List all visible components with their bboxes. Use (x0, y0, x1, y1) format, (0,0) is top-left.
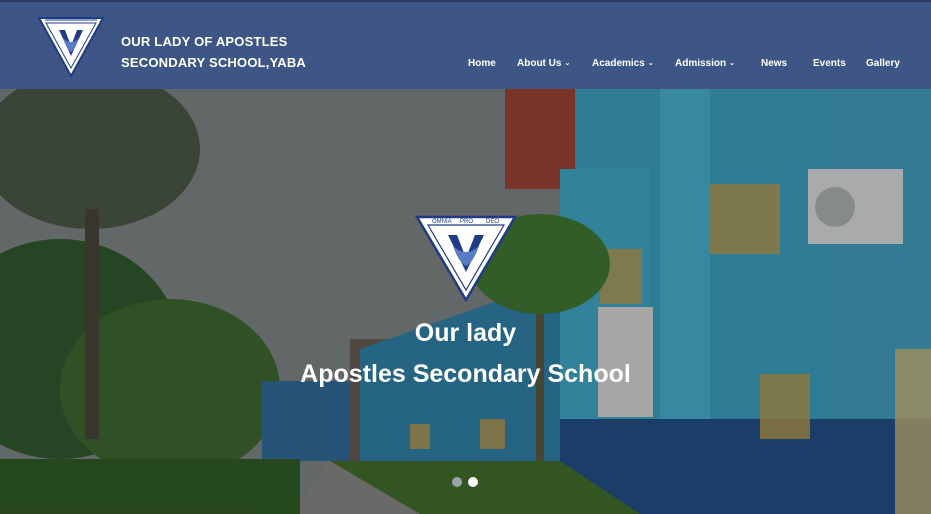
nav-item-events[interactable]: Events (813, 58, 846, 69)
nav-label: About Us (517, 58, 562, 69)
nav-label: Gallery (866, 58, 900, 69)
nav-item-news[interactable]: News (761, 58, 787, 69)
slider-dot-1[interactable] (452, 477, 462, 487)
nav-label: News (761, 58, 788, 69)
chevron-down-icon: ⌄ (729, 60, 735, 67)
site-header: OUR LADY OF APOSTLES SECONDARY SCHOOL,YA… (0, 0, 931, 89)
nav-item-about-us[interactable]: About Us ⌄ (517, 58, 570, 69)
hero-title-line1: Our lady (414, 319, 517, 347)
main-nav: Home About Us ⌄ Academics ⌄ Admission ⌄ New… (0, 58, 931, 72)
chevron-down-icon: ⌄ (564, 60, 571, 67)
nav-label: Home (468, 58, 496, 69)
nav-label: Admission (675, 58, 727, 69)
nav-item-gallery[interactable]: Gallery (866, 58, 900, 69)
chevron-down-icon: ⌄ (647, 60, 654, 67)
logo-motto-right: DEO (486, 219, 499, 225)
nav-item-home[interactable]: Home (468, 58, 496, 69)
logo-motto-left: OMNIA (432, 219, 452, 225)
hero-title-line2: Apostles Secondary School (300, 360, 631, 388)
school-crest-hero-logo: OMNIA PRO DEO (414, 215, 518, 302)
slider-dot-2-active[interactable] (468, 477, 478, 487)
nav-label: Events (813, 58, 846, 69)
nav-item-admission[interactable]: Admission ⌄ (675, 58, 735, 69)
nav-label: Academics (592, 58, 645, 69)
school-name-line1: OUR LADY OF APOSTLES (121, 34, 288, 49)
logo-motto-mid: PRO (460, 219, 473, 225)
nav-item-academics[interactable]: Academics ⌄ (592, 58, 654, 69)
hero-slider[interactable]: OMNIA PRO DEO Our lady Apostles Secondar… (0, 89, 931, 514)
